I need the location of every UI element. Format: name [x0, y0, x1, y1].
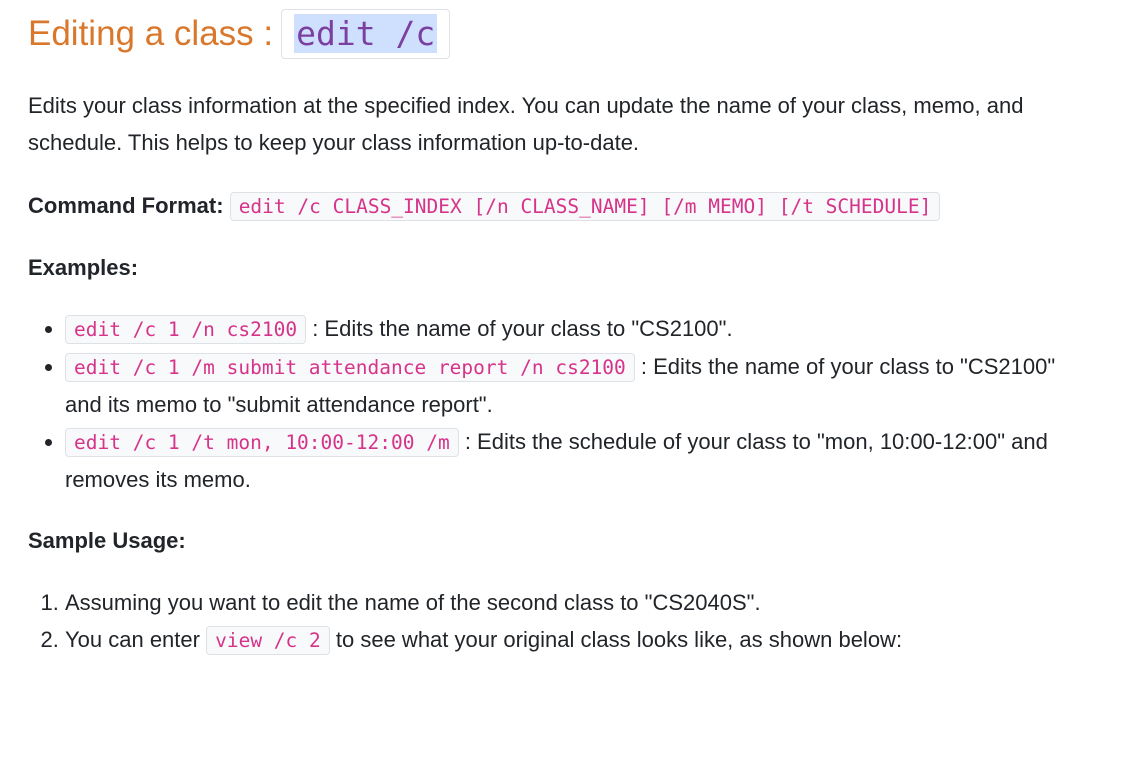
list-item: You can enter view /c 2 to see what your…	[65, 621, 1094, 659]
command-format-code: edit /c CLASS_INDEX [/n CLASS_NAME] [/m …	[229, 192, 941, 221]
example-text-1: : Edits the name of your class to "CS210…	[312, 316, 733, 341]
step-2-code: view /c 2	[206, 626, 330, 655]
intro-paragraph: Edits your class information at the spec…	[28, 93, 1024, 155]
command-format-row: Command Format: edit /c CLASS_INDEX [/n …	[28, 187, 1094, 225]
example-code-2: edit /c 1 /m submit attendance report /n…	[65, 353, 635, 382]
section-heading: Editing a class : edit /c	[28, 6, 1094, 62]
list-item: edit /c 1 /t mon, 10:00-12:00 /m : Edits…	[65, 423, 1094, 498]
example-code-1: edit /c 1 /n cs2100	[65, 315, 307, 344]
examples-label-row: Examples:	[28, 249, 1094, 286]
command-format-label: Command Format:	[28, 193, 224, 218]
examples-label: Examples:	[28, 255, 139, 280]
heading-code-selection: edit /c	[294, 14, 438, 53]
page: Editing a class : edit /c Edits your cla…	[0, 0, 1122, 659]
step-1-text: Assuming you want to edit the name of th…	[65, 590, 761, 615]
list-item: edit /c 1 /m submit attendance report /n…	[65, 348, 1094, 423]
heading-text: Editing a class :	[28, 14, 274, 53]
examples-list: edit /c 1 /n cs2100 : Edits the name of …	[28, 310, 1094, 498]
example-code-3: edit /c 1 /t mon, 10:00-12:00 /m	[65, 428, 459, 457]
step-2-text-after: to see what your original class looks li…	[335, 627, 903, 652]
sample-usage-label-row: Sample Usage:	[28, 522, 1094, 559]
sample-usage-steps: Assuming you want to edit the name of th…	[28, 584, 1094, 659]
list-item: edit /c 1 /n cs2100 : Edits the name of …	[65, 310, 1094, 348]
heading-code[interactable]: edit /c	[281, 9, 451, 59]
sample-usage-label: Sample Usage:	[28, 528, 186, 553]
list-item: Assuming you want to edit the name of th…	[65, 584, 1094, 621]
step-2-text-before: You can enter	[65, 627, 200, 652]
